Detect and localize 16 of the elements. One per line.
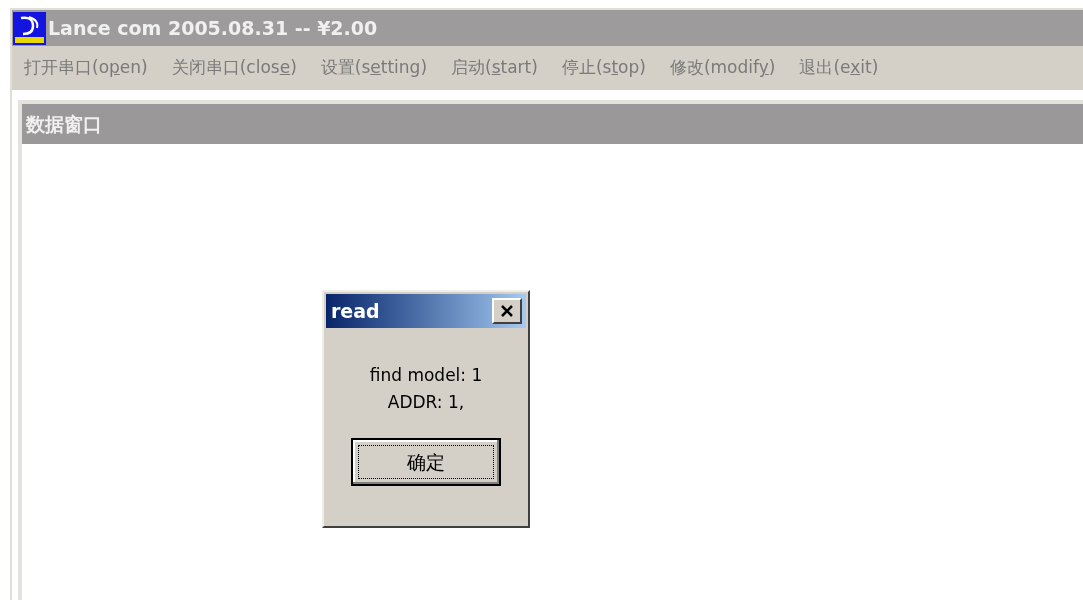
menu-item[interactable]: 打开串口(open) — [24, 55, 148, 81]
menu-item[interactable]: 退出(exit) — [799, 55, 879, 81]
message-text: find model: 1 — [369, 364, 483, 387]
window-title: Lance com 2005.08.31 -- ¥2.00 — [48, 15, 378, 41]
ok-button[interactable]: 确定 — [351, 438, 501, 486]
menu-item[interactable]: 关闭串口(close) — [171, 55, 297, 81]
message-text: ADDR: 1, — [387, 391, 465, 414]
menu-item[interactable]: 设置(setting) — [320, 55, 428, 81]
close-button[interactable] — [492, 298, 522, 324]
child-window-title: 数据窗口 — [26, 111, 102, 137]
menu-item[interactable]: 修改(modify) — [669, 55, 776, 81]
dialog-title: read — [331, 298, 380, 324]
app-logo-icon — [13, 11, 46, 45]
menu-item[interactable]: 停止(stop) — [561, 55, 646, 81]
menu-item[interactable]: 启动(start) — [451, 55, 538, 81]
close-icon — [500, 305, 514, 317]
